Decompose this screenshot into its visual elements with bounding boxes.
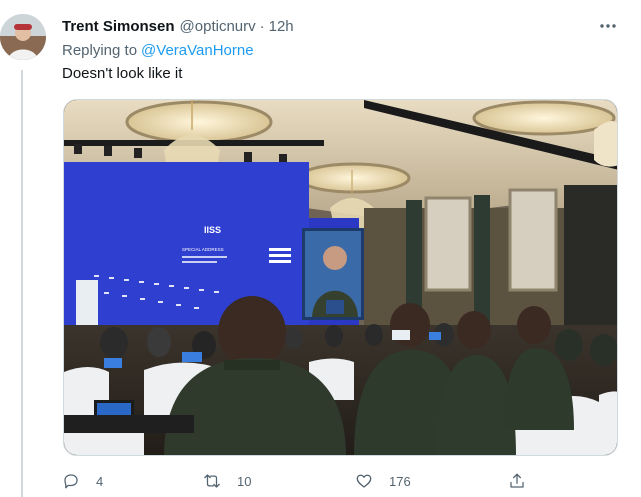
avatar[interactable]: [0, 14, 46, 60]
video-screen: [302, 228, 364, 320]
like-button[interactable]: 176: [355, 470, 411, 492]
desk: [64, 415, 194, 433]
svg-text:SPECIAL ADDRESS: SPECIAL ADDRESS: [182, 247, 224, 252]
retweet-icon: [204, 474, 220, 488]
replying-to: Replying to @VeraVanHorne: [62, 40, 254, 60]
author-handle[interactable]: @opticnurv: [180, 18, 256, 35]
more-icon[interactable]: [595, 16, 621, 36]
retweet-count: 10: [237, 473, 252, 489]
author-name[interactable]: Trent Simonsen: [62, 18, 175, 35]
svg-text:IISS: IISS: [204, 225, 221, 235]
replying-to-mention[interactable]: @VeraVanHorne: [141, 42, 254, 59]
tweet-header: Trent Simonsen @opticnurv · 12h: [62, 16, 294, 36]
heart-icon: [356, 474, 372, 488]
retweet-button[interactable]: 10: [203, 470, 251, 492]
like-count: 176: [389, 473, 411, 489]
avatar-image: [0, 14, 46, 60]
more-dots-icon: [600, 24, 616, 28]
replying-prefix: Replying to: [62, 41, 138, 59]
reply-count: 4: [96, 473, 104, 489]
chandelier-right: [594, 121, 617, 167]
tweet-time[interactable]: 12h: [269, 18, 294, 35]
thread-line: [21, 70, 23, 497]
tweet-actions: 4 10 176: [62, 470, 532, 492]
separator-dot: ·: [259, 17, 265, 35]
reply-icon: [64, 474, 78, 489]
share-icon: [510, 473, 524, 488]
tweet-photo[interactable]: IISS SPECIAL ADDRESS: [63, 99, 618, 456]
share-button[interactable]: [508, 470, 526, 492]
conference-hall-photo: IISS SPECIAL ADDRESS: [64, 100, 617, 455]
lectern: [76, 280, 98, 328]
tweet-text: Doesn't look like it: [62, 65, 183, 82]
reply-button[interactable]: 4: [62, 470, 103, 492]
